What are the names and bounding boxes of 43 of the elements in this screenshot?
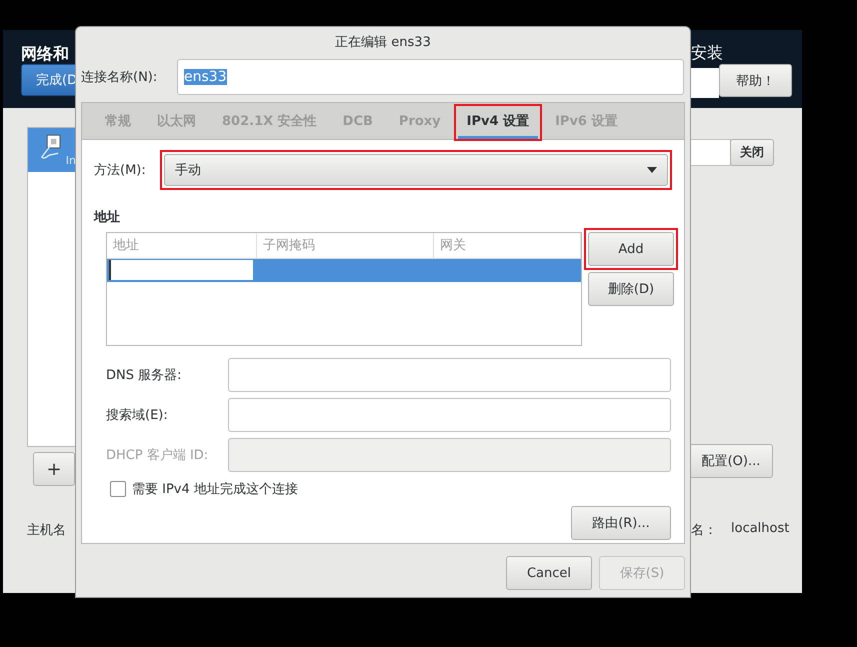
help-button[interactable]: 帮助！ (719, 64, 792, 97)
current-hostname-label: 名： (691, 522, 717, 539)
keyboard-field[interactable] (689, 68, 719, 98)
connection-name-field[interactable]: ens33 (177, 59, 684, 95)
dropdown-arrow-icon (647, 167, 657, 173)
method-label: 方法(M): (94, 162, 147, 179)
connection-sublabel: In (66, 154, 76, 169)
header-label: 安装 (691, 43, 723, 64)
column-header[interactable]: 子网掩码 (257, 233, 434, 258)
configure-button[interactable]: 配置(O)... (689, 444, 773, 478)
input-field[interactable] (228, 358, 671, 392)
close-button[interactable]: 关闭 (730, 139, 774, 166)
checkbox[interactable] (110, 481, 126, 497)
tab[interactable]: 以太网 (148, 106, 205, 139)
dialog-title: 正在编辑 ens33 (335, 34, 431, 51)
method-dropdown[interactable]: 手动 (164, 154, 668, 186)
field-label: DHCP 客户端 ID: (106, 447, 210, 464)
add-button[interactable]: + (33, 452, 75, 486)
checkbox-label: 需要 IPv4 地址完成这个连接 (132, 481, 298, 498)
tab[interactable]: 802.1X 安全性 (213, 106, 326, 139)
input-field[interactable] (228, 438, 671, 472)
delete-button[interactable]: 删除(D) (588, 272, 674, 306)
routes-button[interactable]: 路由(R)... (571, 506, 671, 540)
input-field[interactable] (228, 398, 671, 432)
field-label: DNS 服务器: (106, 367, 182, 384)
tab[interactable]: IPv6 设置 (546, 106, 626, 139)
tab[interactable]: IPv4 设置 (458, 106, 538, 139)
section-title: 地址 (94, 209, 121, 226)
column-header[interactable]: 网关 (434, 233, 581, 258)
device-field (689, 139, 731, 166)
tab[interactable]: Proxy (390, 106, 450, 139)
tab[interactable]: 常规 (96, 106, 140, 139)
page-title: 网络和 (21, 44, 69, 65)
cancel-button[interactable]: Cancel (506, 556, 592, 590)
tab[interactable]: DCB (334, 106, 382, 139)
field-label: 搜索域(E): (106, 407, 169, 424)
current-hostname: localhost (731, 521, 790, 536)
column-header[interactable]: 地址 (107, 233, 257, 258)
address-input[interactable] (109, 260, 253, 280)
add-address-button[interactable]: Add (588, 232, 674, 266)
connection-item[interactable]: In (28, 128, 76, 172)
address-row[interactable] (107, 259, 581, 282)
hostname-label: 主机名 (27, 522, 66, 539)
